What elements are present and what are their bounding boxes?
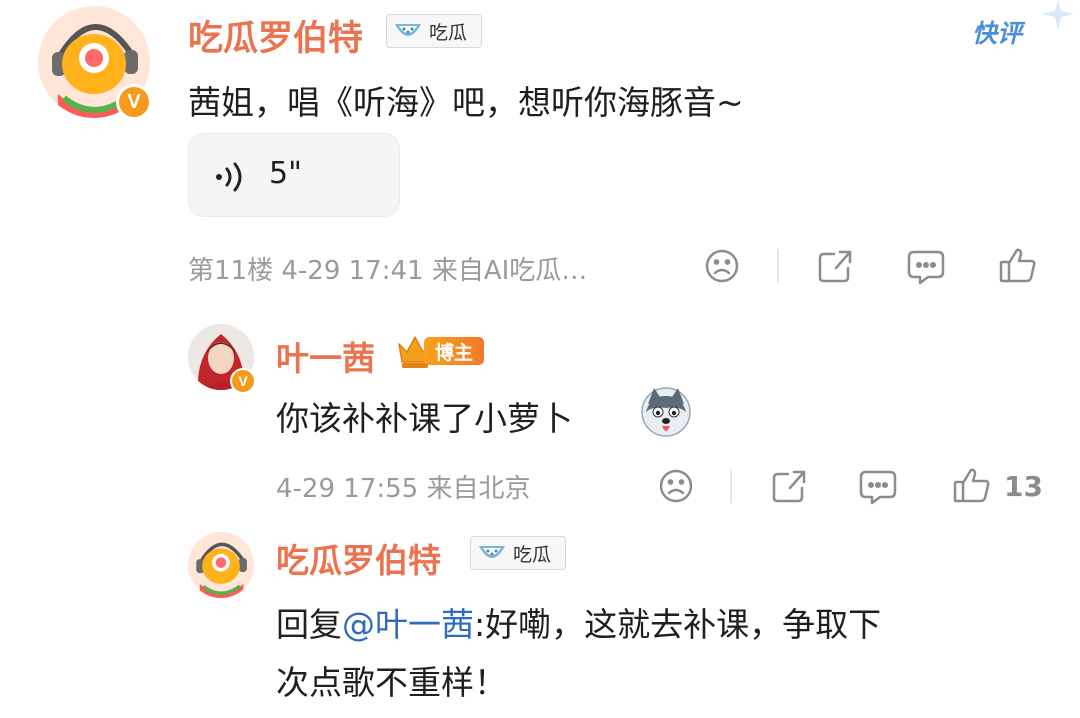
comment-author-name[interactable]: 吃瓜罗伯特 xyxy=(188,10,363,61)
mention-link[interactable]: @叶一茜 xyxy=(342,605,474,644)
voice-duration: 5" xyxy=(269,156,302,191)
user-tag[interactable]: 吃瓜 xyxy=(386,14,482,48)
comment-text: 茜姐，唱《听海》吧，想听你海豚音~ xyxy=(188,83,744,122)
reply-text-line2: 次点歌不重样！ xyxy=(276,663,507,702)
like-count: 13 xyxy=(1004,470,1043,503)
user-tag[interactable]: 吃瓜 xyxy=(470,536,566,570)
reply-text: 你该补补课了小萝卜 xyxy=(276,399,573,438)
voice-wave-icon xyxy=(216,162,242,192)
comment-icon[interactable] xyxy=(858,468,898,510)
share-icon[interactable] xyxy=(816,248,854,288)
reply-author-name[interactable]: 叶一茜 xyxy=(276,332,375,380)
avatar-chigua-robert[interactable] xyxy=(188,532,254,598)
voice-message-bubble[interactable]: 5" xyxy=(188,133,400,217)
reply-prefix: 回复 xyxy=(276,605,342,644)
like-icon[interactable] xyxy=(952,466,992,508)
divider xyxy=(777,249,779,283)
blogger-badge-label: 博主 xyxy=(424,337,484,365)
sad-face-icon[interactable] xyxy=(704,248,740,288)
blogger-badge: 博主 xyxy=(396,332,486,370)
user-tag-label: 吃瓜 xyxy=(513,543,552,566)
watermelon-icon xyxy=(479,546,505,558)
reply-meta: 4-29 17:55 来自北京 xyxy=(276,474,531,504)
comment-meta: 第11楼 4-29 17:41 来自AI吃瓜… xyxy=(188,256,588,286)
reply-author-name[interactable]: 吃瓜罗伯特 xyxy=(276,534,441,582)
comment-icon[interactable] xyxy=(906,248,946,290)
verified-badge: V xyxy=(116,84,152,120)
reply-text-line1: 回复@叶一茜:好嘞，这就去补课，争取下 xyxy=(276,598,881,646)
reply-text-rest: :好嘞，这就去补课，争取下 xyxy=(474,605,882,644)
user-tag-label: 吃瓜 xyxy=(429,21,468,44)
quick-comment-button[interactable]: 快评 xyxy=(972,14,1022,50)
sparkle-icon xyxy=(1040,0,1076,34)
verified-badge: V xyxy=(230,368,256,394)
husky-emoji-icon xyxy=(640,386,692,442)
share-icon[interactable] xyxy=(770,468,808,508)
watermelon-icon xyxy=(395,24,421,36)
divider xyxy=(730,469,732,503)
like-icon[interactable] xyxy=(998,246,1038,288)
sad-face-icon[interactable] xyxy=(658,468,694,508)
